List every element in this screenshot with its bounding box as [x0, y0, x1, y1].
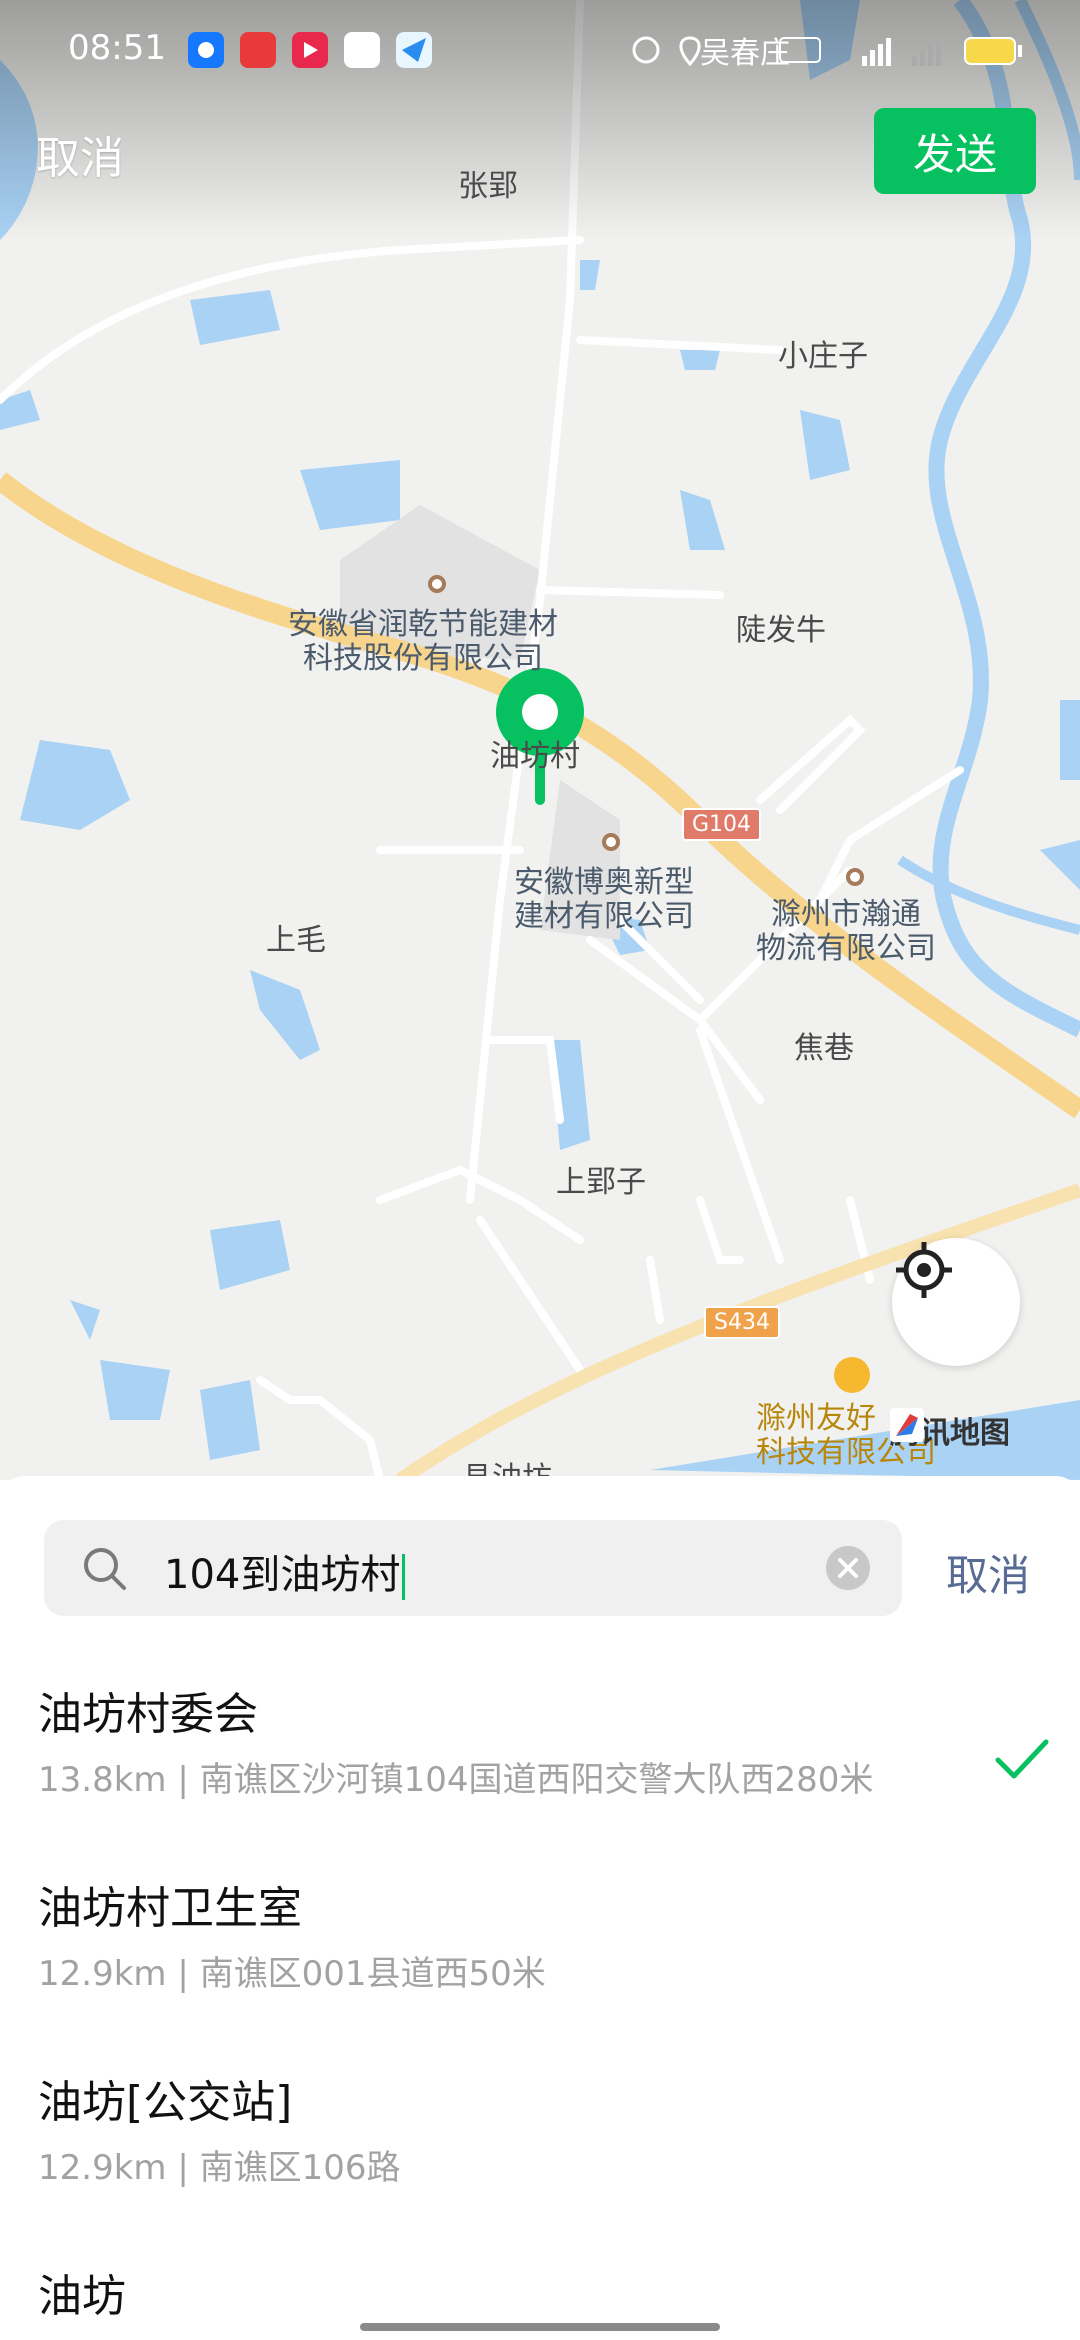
notification-icons: [188, 32, 432, 68]
search-input[interactable]: 104到油坊村: [44, 1520, 902, 1616]
cancel-button[interactable]: 取消: [36, 122, 124, 186]
result-address: 13.8km | 南谯区沙河镇104国道西阳交警大队西280米: [38, 1760, 874, 1800]
tencent-map-logo-icon: [890, 1408, 924, 1442]
result-address: 12.9km | 南谯区106路: [38, 2148, 401, 2188]
map-view[interactable]: 张郢 小庄子 安徽省润乾节能建材 科技股份有限公司 陡发牛 油坊村 安徽博奥新型…: [0, 0, 1080, 1480]
result-name: 油坊: [38, 2271, 126, 2322]
result-item[interactable]: 油坊: [38, 2260, 1038, 2324]
search-icon: [84, 1548, 126, 1590]
search-input-value[interactable]: 104到油坊村: [164, 1542, 406, 1600]
locate-me-button[interactable]: [892, 1238, 1020, 1366]
result-name: 油坊[公交站]: [38, 2077, 293, 2128]
map-label-shangyingzi: 上郢子: [556, 1165, 646, 1200]
map-label-hantong[interactable]: 滁州市瀚通 物流有限公司: [756, 898, 936, 966]
system-status-icons: [632, 36, 1022, 67]
map-label-shangmao: 上毛: [266, 923, 326, 958]
result-name: 油坊村委会: [38, 1689, 258, 1740]
map-label-runqian[interactable]: 安徽省润乾节能建材 科技股份有限公司: [288, 608, 558, 676]
map-attribution: 腾讯地图: [890, 1408, 1010, 1452]
result-address: 12.9km | 南谯区001县道西50米: [38, 1954, 546, 1994]
status-bar: 08:51 吴春庄: [0, 0, 1080, 100]
search-cancel-button[interactable]: 取消: [946, 1542, 1030, 1603]
map-label-lufaniu: 陡发牛: [736, 613, 826, 648]
checkmark-icon: [995, 1739, 1049, 1779]
map-label-xiaozhuangzi: 小庄子: [778, 339, 868, 374]
road-badge-s434: S434: [704, 1306, 780, 1339]
home-indicator[interactable]: [360, 2323, 720, 2331]
result-item[interactable]: 油坊村委会 13.8km | 南谯区沙河镇104国道西阳交警大队西280米: [38, 1678, 1038, 1801]
send-button[interactable]: 发送: [874, 108, 1036, 194]
map-label-zhangying: 张郢: [458, 169, 518, 204]
search-value-text: 104到油坊村: [164, 1552, 401, 1598]
search-sheet: 104到油坊村 取消 油坊村委会 13.8km | 南谯区沙河镇104国道西阳交…: [0, 1476, 1080, 2340]
result-item[interactable]: 油坊[公交站] 12.9km | 南谯区106路: [38, 2066, 1038, 2189]
location-pin-icon: [496, 668, 584, 805]
result-item[interactable]: 油坊村卫生室 12.9km | 南谯区001县道西50米: [38, 1872, 1038, 1995]
crosshair-icon: [896, 1242, 952, 1298]
road-badge-g104: G104: [682, 808, 762, 841]
clear-search-icon[interactable]: [826, 1546, 870, 1590]
poi-orange-dot: [834, 1357, 870, 1393]
map-label-jiaoxiang: 焦巷: [794, 1031, 854, 1066]
status-time: 08:51: [68, 28, 166, 68]
map-label-youfangcun: 油坊村: [490, 739, 580, 774]
map-label-boao[interactable]: 安徽博奥新型 建材有限公司: [514, 866, 694, 934]
close-icon: [838, 1558, 858, 1578]
result-name: 油坊村卫生室: [38, 1883, 302, 1934]
text-caret: [402, 1554, 406, 1600]
